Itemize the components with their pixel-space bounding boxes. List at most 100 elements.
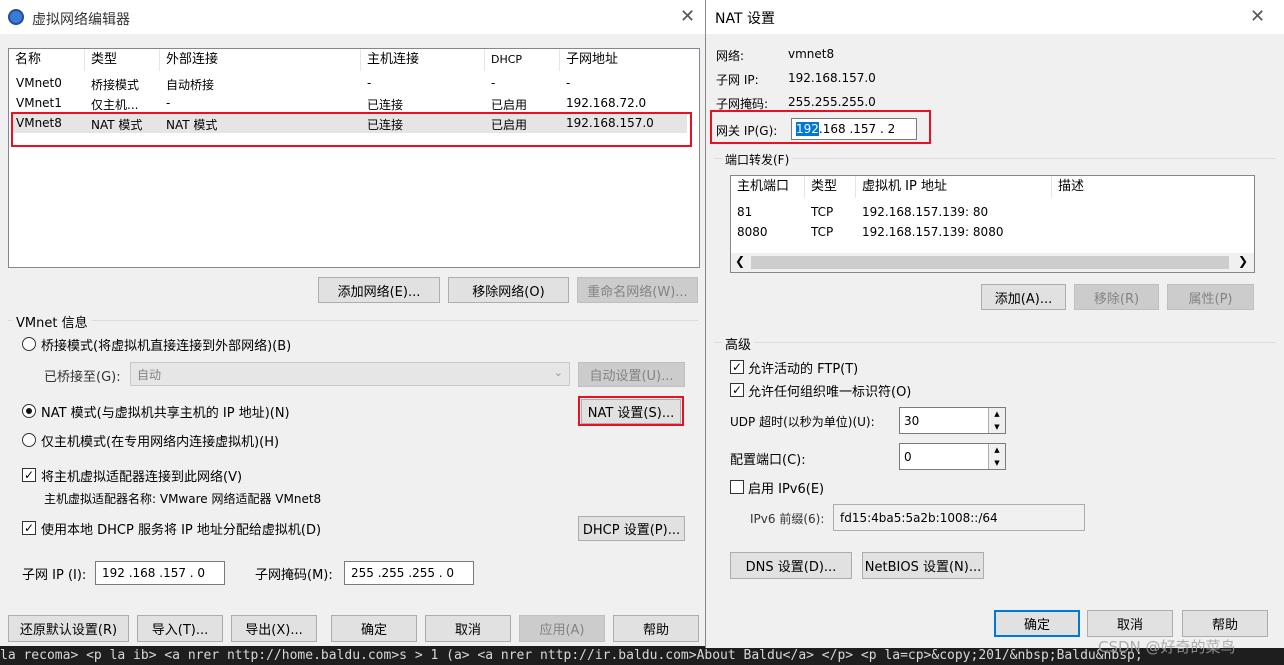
col-name[interactable]: 名称 (9, 49, 85, 71)
col-external[interactable]: 外部连接 (160, 49, 361, 71)
advanced-label: 高级 (722, 334, 755, 353)
nat-mode-label[interactable]: NAT 模式(与虚拟机共享主机的 IP 地址)(N) (41, 402, 290, 421)
gateway-ip-field[interactable]: 192 .168 .157 . 2 (791, 118, 917, 140)
remove-network-button[interactable]: 移除网络(O) (448, 277, 569, 303)
cancel-button[interactable]: 取消 (1087, 610, 1173, 637)
allow-ftp-checkbox[interactable]: ✓ (730, 360, 744, 374)
host-only-radio[interactable] (22, 433, 36, 447)
col-host[interactable]: 主机连接 (361, 49, 485, 71)
config-port-stepper[interactable]: 0 ▲ ▼ (899, 443, 1006, 470)
network-value: vmnet8 (788, 47, 835, 61)
allow-ftp-label[interactable]: 允许活动的 FTP(T) (748, 358, 858, 377)
enable-ipv6-checkbox[interactable] (730, 480, 744, 494)
remove-button[interactable]: 移除(R) (1074, 284, 1159, 310)
help-button[interactable]: 帮助 (1182, 610, 1268, 637)
close-icon[interactable]: ✕ (680, 6, 695, 27)
apply-button[interactable]: 应用(A) (519, 615, 605, 642)
ok-button[interactable]: 确定 (994, 610, 1080, 637)
vmnet-info-group (8, 320, 698, 321)
cell: 8080 (737, 225, 768, 239)
cancel-button[interactable]: 取消 (425, 615, 511, 642)
import-button[interactable]: 导入(T)... (137, 615, 223, 642)
use-dhcp-label[interactable]: 使用本地 DHCP 服务将 IP 地址分配给虚拟机(D) (41, 519, 321, 538)
netbios-settings-button[interactable]: NetBIOS 设置(N)... (862, 552, 984, 579)
table-row[interactable]: 81 TCP 192.168.157.139: 80 (731, 202, 1251, 222)
udp-timeout-stepper[interactable]: 30 ▲ ▼ (899, 407, 1006, 434)
cell: VMnet1 (16, 96, 62, 110)
bridge-mode-radio[interactable] (22, 337, 36, 351)
gateway-label: 网关 IP(G): (716, 124, 778, 138)
host-only-label[interactable]: 仅主机模式(在专用网络内连接虚拟机)(H) (41, 431, 279, 450)
nat-mode-radio[interactable] (22, 404, 36, 418)
spin-up-icon[interactable]: ▲ (988, 444, 1005, 457)
cell: 桥接模式 (91, 78, 140, 92)
col-type[interactable]: 类型 (85, 49, 160, 71)
port-forward-list[interactable]: 主机端口 类型 虚拟机 IP 地址 描述 81 TCP 192.168.157.… (730, 175, 1255, 273)
cell: 已连接 (367, 118, 404, 132)
title-bar: NAT 设置 ✕ (706, 0, 1284, 34)
properties-button[interactable]: 属性(P) (1167, 284, 1254, 310)
add-network-button[interactable]: 添加网络(E)... (318, 277, 440, 303)
rename-network-button[interactable]: 重命名网络(W)... (577, 277, 698, 303)
auto-settings-button[interactable]: 自动设置(U)... (578, 362, 685, 387)
chevron-down-icon: ⌄ (553, 366, 563, 379)
subnet-ip-field[interactable]: 192 .168 .157 . 0 (95, 561, 225, 585)
cell: TCP (811, 225, 834, 239)
window-title: 虚拟网络编辑器 (32, 12, 130, 28)
advanced-group (714, 342, 1276, 343)
allow-oui-checkbox[interactable]: ✓ (730, 383, 744, 397)
subnet-mask-label: 子网掩码(M): (255, 568, 333, 583)
dns-settings-button[interactable]: DNS 设置(D)... (730, 552, 852, 579)
connect-adapter-checkbox[interactable]: ✓ (22, 468, 36, 482)
col-dhcp[interactable]: DHCP (485, 49, 560, 71)
col-type[interactable]: 类型 (805, 176, 856, 198)
table-row-selected[interactable]: VMnet8 NAT 模式 NAT 模式 已连接 已启用 192.168.157… (13, 113, 687, 133)
port-forward-group (714, 158, 1276, 159)
scroll-left-icon[interactable]: ❮ (735, 254, 745, 268)
use-dhcp-checkbox[interactable]: ✓ (22, 521, 36, 535)
col-description[interactable]: 描述 (1052, 176, 1232, 198)
export-button[interactable]: 导出(X)... (231, 615, 317, 642)
cell: 192.168.157.0 (566, 116, 654, 130)
spin-down-icon[interactable]: ▼ (988, 420, 1005, 433)
port-forward-label: 端口转发(F) (722, 151, 793, 168)
table-row[interactable]: 8080 TCP 192.168.157.139: 8080 (731, 222, 1251, 242)
spin-down-icon[interactable]: ▼ (988, 456, 1005, 469)
dhcp-settings-button[interactable]: DHCP 设置(P)... (578, 516, 685, 541)
enable-ipv6-label[interactable]: 启用 IPv6(E) (748, 478, 824, 497)
col-vm-ip[interactable]: 虚拟机 IP 地址 (856, 176, 1052, 198)
col-subnet[interactable]: 子网地址 (560, 49, 684, 71)
network-list[interactable]: 名称 类型 外部连接 主机连接 DHCP 子网地址 VMnet0 桥接模式 自动… (8, 48, 700, 268)
cell: 81 (737, 205, 753, 219)
bridge-mode-label[interactable]: 桥接模式(将虚拟机直接连接到外部网络)(B) (41, 335, 291, 354)
subnet-mask-field[interactable]: 255 .255 .255 . 0 (344, 561, 474, 585)
ipv6-prefix-label: IPv6 前缀(6): (750, 512, 825, 526)
bridged-to-select[interactable]: 自动 ⌄ (130, 362, 570, 386)
cell: VMnet0 (16, 76, 62, 90)
allow-oui-label[interactable]: 允许任何组织唯一标识符(O) (748, 381, 911, 400)
cell: - (491, 76, 496, 90)
ipv6-prefix-field[interactable]: fd15:4ba5:5a2b:1008::/64 (833, 504, 1085, 531)
background-terminal-text: la recoma> <p la ib> <a nrer nttp://home… (0, 648, 1143, 663)
network-label: 网络: (716, 49, 745, 63)
globe-icon (8, 9, 24, 25)
horizontal-scrollbar[interactable]: ❮ ❯ (731, 253, 1254, 272)
nat-settings-button[interactable]: NAT 设置(S)... (581, 399, 681, 424)
config-port-label: 配置端口(C): (730, 453, 806, 468)
ok-button[interactable]: 确定 (331, 615, 417, 642)
cell: 192.168.157.139: 8080 (862, 225, 1004, 239)
connect-adapter-label[interactable]: 将主机虚拟适配器连接到此网络(V) (41, 466, 242, 485)
help-button[interactable]: 帮助 (613, 615, 699, 642)
col-host-port[interactable]: 主机端口 (731, 176, 805, 198)
scroll-right-icon[interactable]: ❯ (1238, 254, 1248, 268)
cell: TCP (811, 205, 834, 219)
spin-up-icon[interactable]: ▲ (988, 408, 1005, 421)
udp-timeout-label: UDP 超时(以秒为单位)(U): (730, 415, 875, 429)
add-button[interactable]: 添加(A)... (981, 284, 1066, 310)
window-title: NAT 设置 (715, 11, 775, 27)
close-icon[interactable]: ✕ (1250, 6, 1265, 27)
table-row[interactable]: VMnet0 桥接模式 自动桥接 - - - (9, 73, 699, 93)
table-row[interactable]: VMnet1 仅主机... - 已连接 已启用 192.168.72.0 (9, 93, 699, 113)
restore-defaults-button[interactable]: 还原默认设置(R) (8, 615, 129, 642)
scrollbar-thumb[interactable] (751, 256, 1229, 269)
